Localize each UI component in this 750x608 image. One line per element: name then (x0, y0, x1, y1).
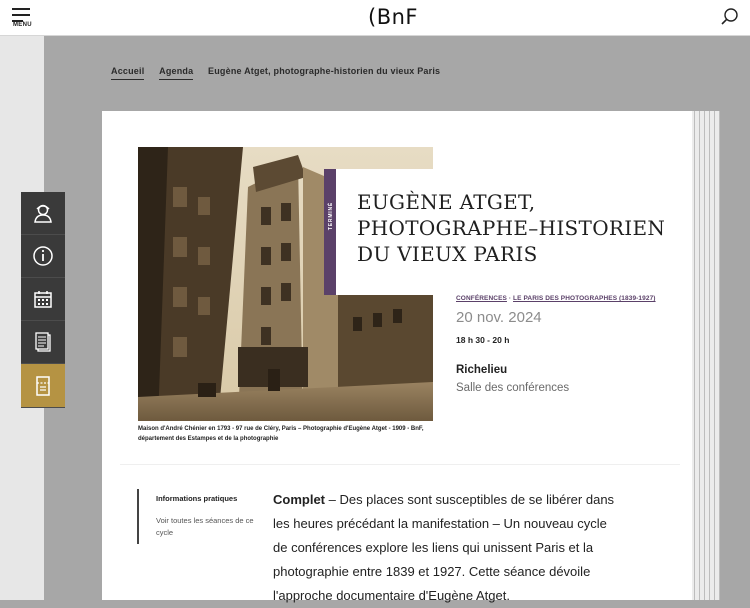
calendar-button[interactable] (21, 278, 65, 321)
ticket-button[interactable] (21, 364, 65, 408)
bnf-logo[interactable]: (BnF (368, 5, 418, 29)
info-nav: Informations pratiques Voir toutes les s… (137, 489, 254, 544)
breadcrumb: Accueil Agenda Eugène Atget, photographe… (111, 66, 452, 80)
breadcrumb-home[interactable]: Accueil (111, 66, 145, 80)
hamburger-icon-line (12, 14, 30, 16)
info-button[interactable] (21, 235, 65, 278)
active-indicator (137, 489, 139, 544)
search-button[interactable] (720, 7, 740, 27)
availability-status: Complet (273, 492, 325, 507)
top-header: MENU (BnF (0, 0, 750, 36)
cycle-link[interactable]: LE PARIS DES PHOTOGRAPHES (1839-1927) (513, 295, 656, 302)
menu-label: MENU (13, 22, 32, 28)
event-time: 18 h 30 - 20 h (456, 335, 510, 345)
info-nav-cycle-link[interactable]: Voir toutes les séances de ce cycle (156, 515, 256, 539)
breadcrumb-agenda[interactable]: Agenda (159, 66, 194, 80)
document-button[interactable] (21, 321, 65, 364)
event-room: Salle des conférences (456, 382, 570, 394)
event-card: Maison d'André Chénier en 1793 - 97 rue … (102, 111, 692, 603)
visitor-button[interactable] (21, 192, 65, 235)
event-title-box: TERMINÉ EUGÈNE ATGET, PHOTOGRAPHE–HISTOR… (324, 169, 669, 295)
document-icon (35, 332, 51, 352)
event-title: EUGÈNE ATGET, PHOTOGRAPHE–HISTORIEN DU V… (357, 190, 666, 266)
description-text: – Des places sont susceptibles de se lib… (273, 492, 615, 603)
info-icon (33, 246, 53, 266)
category-link[interactable]: CONFÉRENCES (456, 295, 507, 302)
event-place: Richelieu (456, 364, 508, 376)
card-stack-edge (690, 111, 720, 600)
status-ribbon-label: TERMINÉ (328, 201, 334, 231)
breadcrumb-current: Eugène Atget, photographe-historien du v… (208, 66, 441, 76)
event-date: 20 nov. 2024 (456, 309, 542, 326)
section-divider (120, 464, 680, 465)
ticket-icon (36, 375, 50, 396)
event-description: Complet – Des places sont susceptibles d… (273, 488, 623, 608)
visitor-icon (34, 204, 52, 223)
side-toolbar (21, 192, 65, 408)
search-icon (721, 8, 738, 25)
hamburger-icon (12, 8, 30, 10)
info-nav-practical[interactable]: Informations pratiques (156, 494, 237, 503)
event-categories: CONFÉRENCES · LE PARIS DES PHOTOGRAPHES … (456, 295, 656, 302)
calendar-icon (34, 291, 52, 308)
photo-caption: Maison d'André Chénier en 1793 - 97 rue … (138, 426, 424, 442)
status-ribbon: TERMINÉ (324, 169, 336, 295)
